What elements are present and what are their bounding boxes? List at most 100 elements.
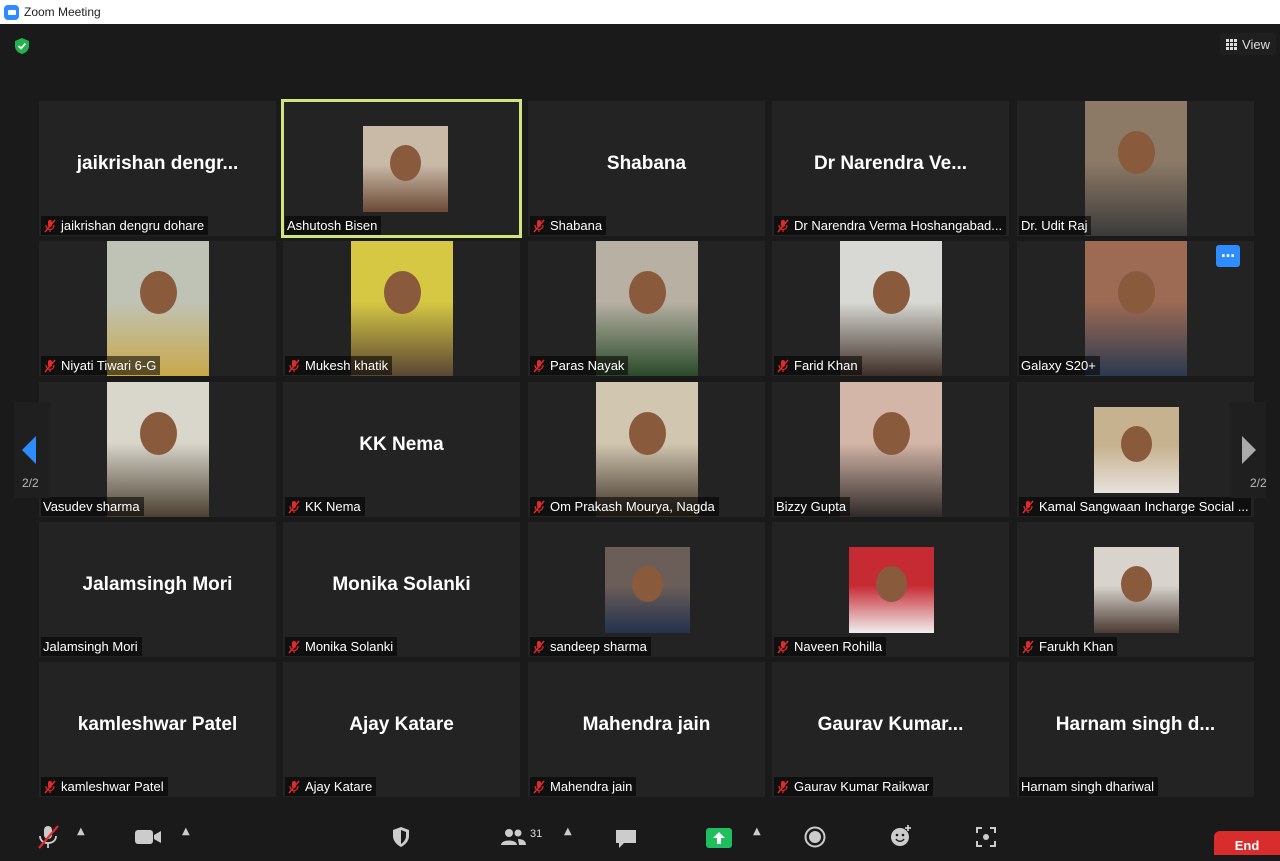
chat-bubble-icon[interactable] <box>614 828 638 850</box>
title-bar: Zoom Meeting <box>0 0 1280 24</box>
participant-name: Mahendra jain <box>550 779 633 794</box>
participant-video <box>1094 407 1179 493</box>
participant-tile[interactable]: Kamal Sangwaan Incharge Social ... <box>1017 382 1254 517</box>
participant-name: Gaurav Kumar Raikwar <box>794 779 930 794</box>
participant-name: Ashutosh Bisen <box>287 218 378 233</box>
participants-icon[interactable] <box>499 828 527 846</box>
participant-tile[interactable]: Farukh Khan <box>1017 522 1254 657</box>
participant-name: Farid Khan <box>794 358 858 373</box>
participant-tile[interactable]: Shabana Shabana <box>528 101 765 236</box>
reactions-emoji-icon[interactable] <box>889 824 913 848</box>
participant-name: sandeep sharma <box>550 639 647 654</box>
participant-name-label: Galaxy S20+ <box>1019 356 1100 375</box>
muted-microphone-icon <box>777 640 789 653</box>
share-options-chevron-icon[interactable]: ▲ <box>753 826 761 837</box>
end-meeting-button[interactable]: End <box>1214 831 1280 855</box>
participant-silhouette <box>629 271 666 314</box>
muted-microphone-icon <box>533 219 545 232</box>
page-indicator-left: 2/2 <box>22 476 39 490</box>
participant-name-label: jaikrishan dengru dohare <box>41 216 209 235</box>
participant-name: Paras Nayak <box>550 358 625 373</box>
video-camera-icon[interactable] <box>134 828 162 846</box>
view-button[interactable]: View <box>1220 33 1276 55</box>
participant-name: jaikrishan dengru dohare <box>61 218 205 233</box>
participant-tile[interactable]: Ajay Katare Ajay Katare <box>283 662 520 797</box>
participant-name: Dr Narendra Verma Hoshangabad... <box>794 218 1003 233</box>
video-options-chevron-icon[interactable]: ▲ <box>182 826 190 837</box>
participant-name-label: kamleshwar Patel <box>41 777 168 796</box>
participant-name-label: Paras Nayak <box>530 356 629 375</box>
participant-name: Ajay Katare <box>305 779 373 794</box>
participant-tile[interactable]: Naveen Rohilla <box>772 522 1009 657</box>
participant-name: kamleshwar Patel <box>61 779 164 794</box>
participant-tile[interactable]: Monika Solanki Monika Solanki <box>283 522 520 657</box>
participant-tile[interactable]: kamleshwar Patel kamleshwar Patel <box>39 662 276 797</box>
participant-tile[interactable]: Ashutosh Bisen <box>281 99 522 238</box>
encryption-shield-icon[interactable] <box>12 36 32 56</box>
participants-chevron-icon[interactable]: ▲ <box>564 826 572 837</box>
participant-silhouette <box>390 145 421 181</box>
participant-silhouette <box>140 271 177 314</box>
participant-tile[interactable]: Mahendra jain Mahendra jain <box>528 662 765 797</box>
participant-silhouette <box>1118 131 1155 174</box>
participant-tile[interactable]: Dr. Udit Raj <box>1017 101 1254 236</box>
participant-tile[interactable]: KK Nema KK Nema <box>283 382 520 517</box>
more-options-icon[interactable]: … <box>1216 245 1240 267</box>
participant-name: Galaxy S20+ <box>1021 358 1096 373</box>
participant-display-name: Jalamsingh Mori <box>82 574 233 595</box>
participant-silhouette <box>632 566 663 602</box>
participant-name-label: Monika Solanki <box>285 637 398 656</box>
participant-silhouette <box>876 566 907 602</box>
participant-tile[interactable]: Bizzy Gupta <box>772 382 1009 517</box>
muted-microphone-icon <box>533 500 545 513</box>
participant-name-label: Ashutosh Bisen <box>285 216 382 235</box>
participant-silhouette <box>1121 426 1152 462</box>
participant-tile[interactable]: Farid Khan <box>772 241 1009 376</box>
participant-name-label: Om Prakash Mourya, Nagda <box>530 497 719 516</box>
participant-tile[interactable]: jaikrishan dengr... jaikrishan dengru doh… <box>39 101 276 236</box>
record-icon[interactable] <box>804 826 826 848</box>
participant-silhouette <box>384 271 421 314</box>
participant-display-name: Ajay Katare <box>349 714 454 735</box>
grid-view-icon <box>1226 38 1238 50</box>
participant-name: Kamal Sangwaan Incharge Social ... <box>1039 499 1249 514</box>
participant-name: Harnam singh dhariwal <box>1021 779 1154 794</box>
participant-tile[interactable]: Om Prakash Mourya, Nagda <box>528 382 765 517</box>
muted-microphone-icon <box>288 359 300 372</box>
share-screen-icon[interactable] <box>706 828 732 848</box>
audio-options-chevron-icon[interactable]: ▲ <box>77 826 85 837</box>
security-shield-icon[interactable] <box>391 826 411 848</box>
participant-name-label: Dr. Udit Raj <box>1019 216 1092 235</box>
participant-display-name: kamleshwar Patel <box>77 714 238 735</box>
participant-tile[interactable]: Vasudev sharma <box>39 382 276 517</box>
muted-microphone-icon <box>777 359 789 372</box>
participant-tile[interactable]: Paras Nayak <box>528 241 765 376</box>
participant-name: Bizzy Gupta <box>776 499 847 514</box>
view-label: View <box>1242 36 1270 52</box>
unmute-microphone-icon[interactable] <box>36 824 60 850</box>
participant-tile[interactable]: Jalamsingh Mori Jalamsingh Mori <box>39 522 276 657</box>
participant-video <box>1094 547 1179 633</box>
participant-name-label: Gaurav Kumar Raikwar <box>774 777 934 796</box>
participant-name-label: Farukh Khan <box>1019 637 1118 656</box>
muted-microphone-icon <box>777 219 789 232</box>
participant-video <box>1085 241 1187 376</box>
participant-tile[interactable]: Harnam singh d... Harnam singh dhariwal <box>1017 662 1254 797</box>
participant-tile[interactable]: Niyati Tiwari 6-G <box>39 241 276 376</box>
participant-tile[interactable]: Mukesh khatik <box>283 241 520 376</box>
participant-name: Om Prakash Mourya, Nagda <box>550 499 715 514</box>
participant-tile[interactable]: Dr Narendra Ve... Dr Narendra Verma Hosha… <box>772 101 1009 236</box>
participant-name: KK Nema <box>305 499 361 514</box>
muted-microphone-icon <box>1022 500 1034 513</box>
participant-tile[interactable]: Galaxy S20+ … <box>1017 241 1254 376</box>
participant-tile[interactable]: Gaurav Kumar... Gaurav Kumar Raikwar <box>772 662 1009 797</box>
participant-name: Naveen Rohilla <box>794 639 883 654</box>
participant-name: Jalamsingh Mori <box>43 639 138 654</box>
participant-name-label: Shabana <box>530 216 607 235</box>
apps-icon[interactable] <box>975 826 997 848</box>
participant-tile[interactable]: sandeep sharma <box>528 522 765 657</box>
participant-display-name: Shabana <box>606 153 687 174</box>
muted-microphone-icon <box>288 500 300 513</box>
participant-display-name: KK Nema <box>359 434 444 455</box>
participants-count: 31 <box>530 828 543 840</box>
